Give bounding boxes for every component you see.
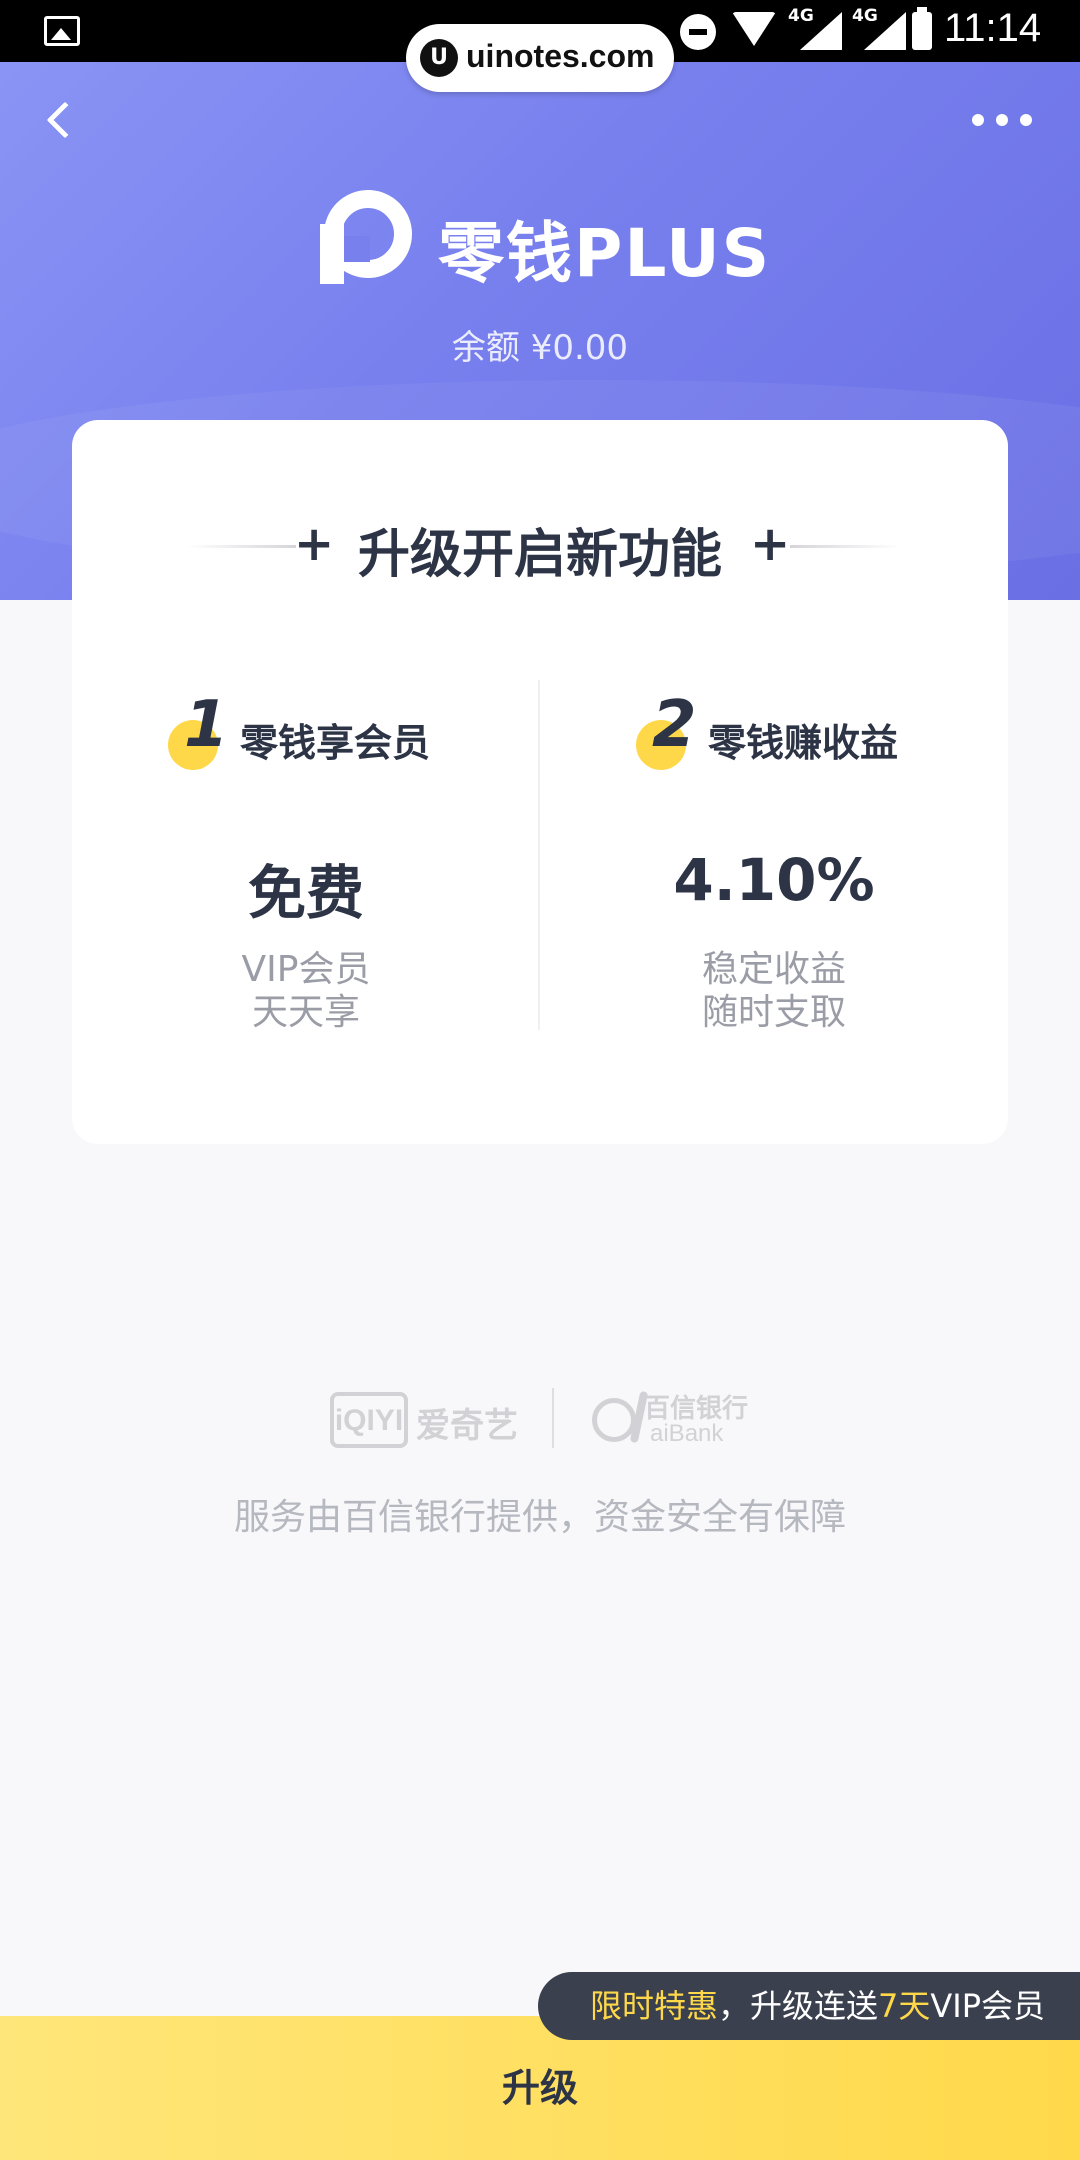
- feature-label: 零钱赚收益: [708, 721, 899, 765]
- feature-card: + 升级开启新功能 + 1 零钱享会员 免费 VIP会员 天天享 2 零钱赚收益…: [72, 420, 1008, 1144]
- signal-icon: [800, 12, 842, 50]
- promo-text-end: VIP会员: [930, 1987, 1046, 2025]
- do-not-disturb-icon: [680, 14, 716, 50]
- watermark-badge: U uinotes.com: [406, 24, 674, 92]
- promo-text: ，升级连送: [718, 1987, 879, 2025]
- more-options-button[interactable]: [962, 100, 1042, 140]
- feature-membership: 1 零钱享会员 免费 VIP会员 天天享: [72, 680, 540, 1080]
- signal-icon: [864, 12, 906, 50]
- feature-number: 1: [184, 688, 229, 762]
- partner-divider: [552, 1388, 554, 1448]
- brand-logo-icon: [316, 186, 412, 286]
- back-button[interactable]: [30, 92, 90, 152]
- brand-title: 零钱PLUS: [438, 215, 772, 292]
- card-title: 升级开启新功能: [357, 525, 722, 585]
- feature-desc-line2: 天天享: [251, 992, 360, 1033]
- feature-earnings: 2 零钱赚收益 4.10% 稳定收益 随时支取: [540, 680, 1008, 1080]
- promo-banner: 限时特惠，升级连送7天VIP会员: [538, 1972, 1080, 2040]
- gallery-icon: [44, 16, 80, 46]
- battery-icon: [912, 7, 932, 50]
- feature-value: 4.10%: [673, 846, 875, 914]
- status-time: 11:14: [944, 6, 1042, 50]
- feature-label: 零钱享会员: [240, 721, 431, 765]
- watermark-text: uinotes.com: [466, 38, 655, 74]
- promo-highlight: 限时特惠: [590, 1987, 719, 2025]
- aibank-name-en: aiBank: [650, 1420, 724, 1447]
- title-deco-line: [790, 545, 900, 548]
- service-provider-note: 服务由百信银行提供，资金安全有保障: [233, 1497, 846, 1538]
- chevron-left-icon: [46, 101, 84, 139]
- wifi-icon: [732, 12, 776, 46]
- more-dots-icon: [972, 114, 984, 126]
- watermark-logo-icon: U: [420, 39, 458, 77]
- balance-text: 余额 ¥0.00: [451, 328, 629, 368]
- iqiyi-logo-icon: iQIYI: [330, 1392, 408, 1448]
- feature-value: 免费: [247, 859, 364, 927]
- promo-days: 7天: [878, 1987, 931, 2025]
- plus-icon: +: [750, 516, 791, 572]
- iqiyi-name: 爱奇艺: [416, 1406, 518, 1446]
- partner-logos: iQIYI 爱奇艺 百信银行 aiBank: [330, 1384, 770, 1454]
- feature-desc-line2: 随时支取: [701, 992, 846, 1033]
- aibank-logo-icon: [592, 1398, 636, 1442]
- feature-number: 2: [652, 688, 697, 762]
